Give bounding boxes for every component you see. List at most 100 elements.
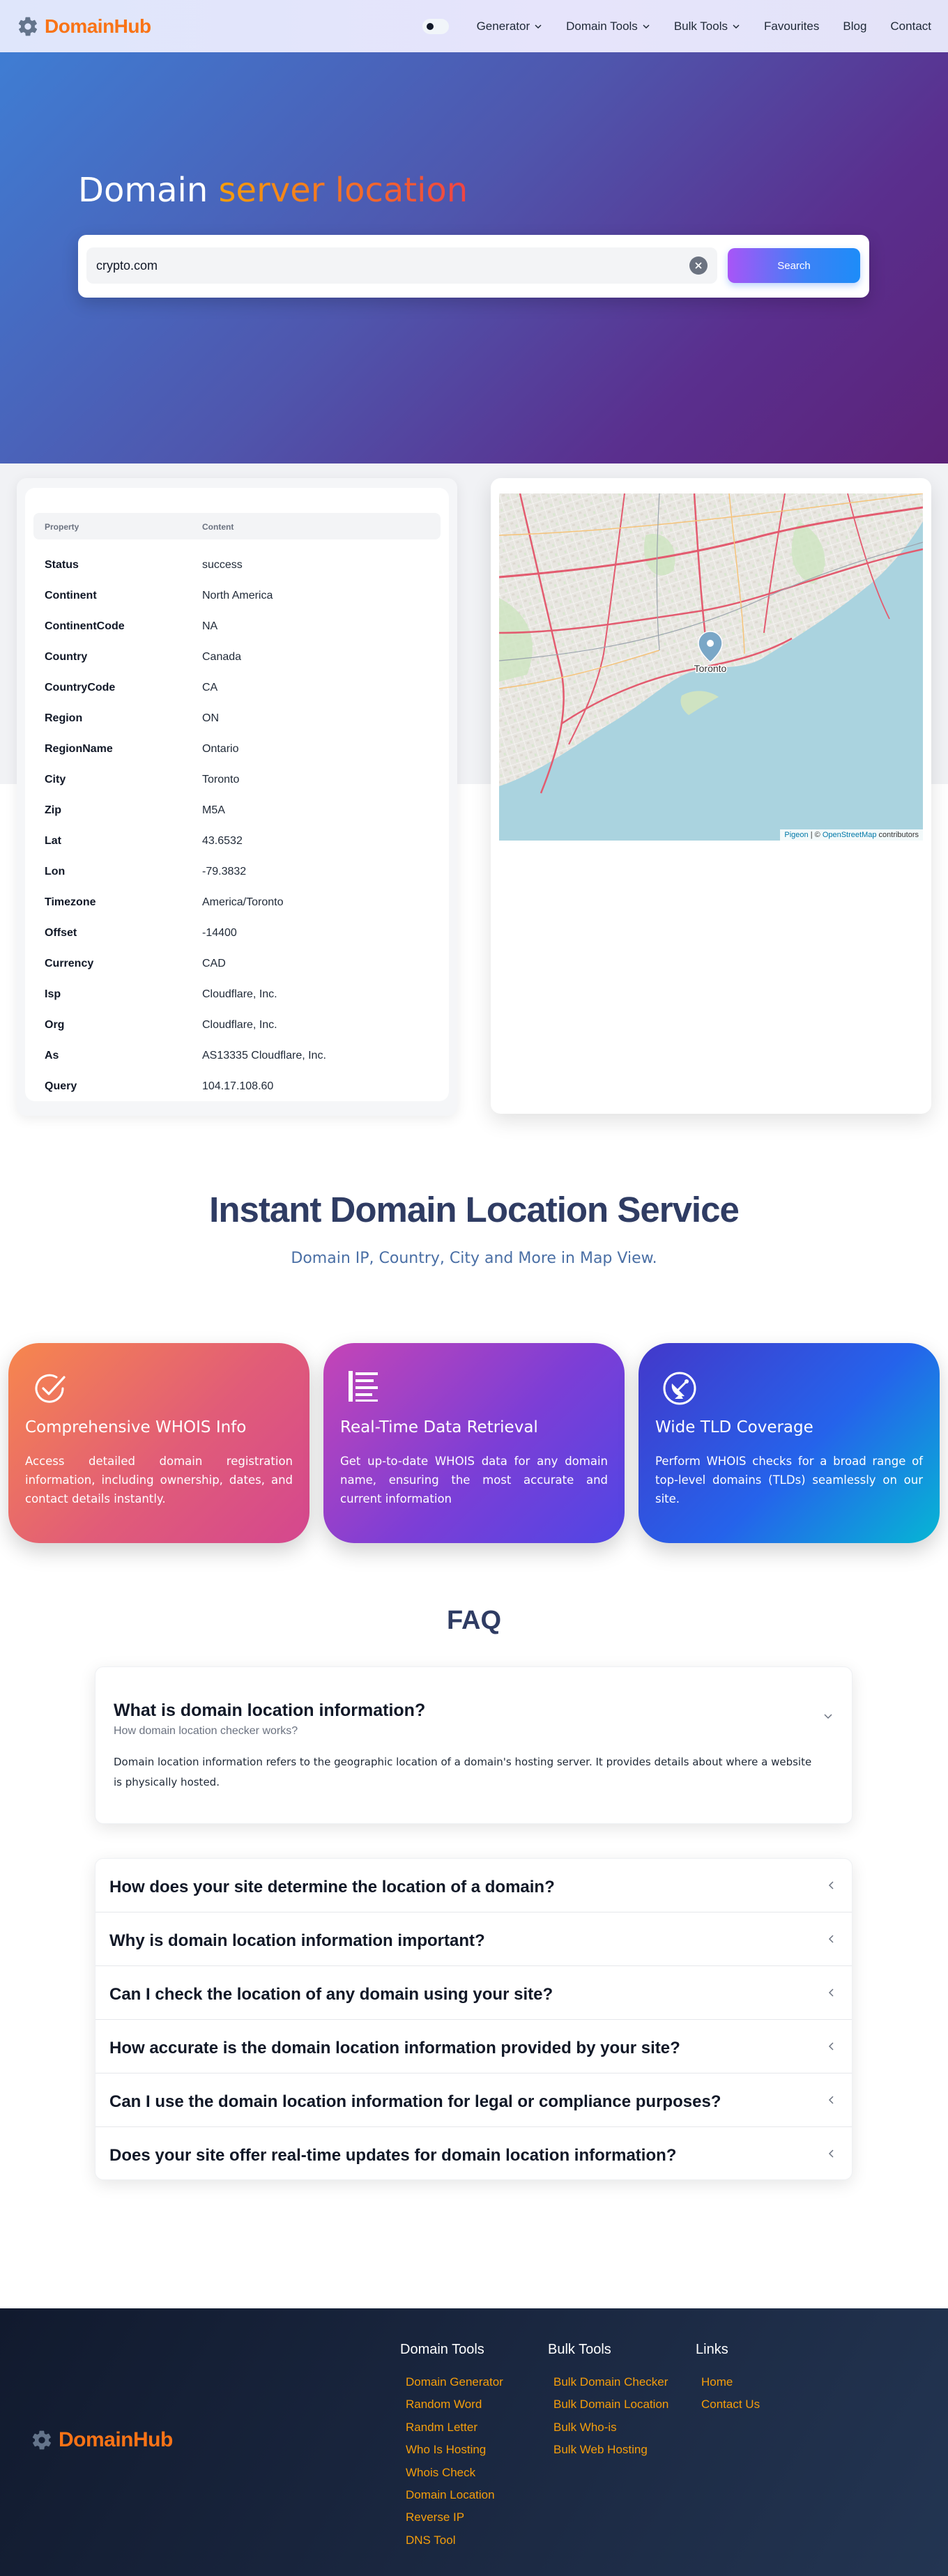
footer-link[interactable]: Domain Generator — [406, 2375, 503, 2398]
nav-label: Domain Tools — [566, 19, 638, 33]
row-value: -14400 — [202, 927, 237, 939]
faq-item[interactable]: How accurate is the domain location info… — [95, 2020, 852, 2073]
faq-item[interactable]: Can I check the location of any domain u… — [95, 1966, 852, 2020]
row-value: success — [202, 559, 243, 571]
header-content: Content — [202, 522, 234, 532]
osm-link[interactable]: OpenStreetMap — [823, 831, 877, 839]
map-card: Toronto Pigeon | © OpenStreetMap contrib… — [491, 478, 931, 1114]
row-value: CAD — [202, 958, 226, 969]
feature-text: Access detailed domain registration info… — [25, 1455, 293, 1505]
footer-link[interactable]: Who Is Hosting — [406, 2443, 503, 2465]
clear-search-button[interactable] — [689, 256, 708, 275]
chevron-down-icon — [824, 1714, 832, 1719]
nav-label: Bulk Tools — [673, 19, 728, 33]
nav-domain-tools[interactable]: Domain Tools — [566, 20, 650, 33]
row-value: NA — [202, 620, 218, 632]
faq-subtitle: How domain location checker works? — [114, 1725, 298, 1737]
table-row: CountryCode CA — [25, 673, 449, 704]
footer-col-title: Links — [696, 2342, 728, 2357]
nav-contact[interactable]: Contact — [890, 20, 931, 33]
footer-link[interactable]: Random Word — [406, 2398, 503, 2420]
footer-link[interactable]: Whois Check — [406, 2466, 503, 2488]
attribution-tail: contributors — [876, 831, 919, 839]
faq-item-expanded[interactable]: What is domain location information? How… — [95, 1666, 853, 1824]
row-value: Ontario — [202, 743, 239, 755]
nav-favourites[interactable]: Favourites — [764, 20, 819, 33]
nav-generator[interactable]: Generator — [477, 20, 543, 33]
row-property: As — [45, 1050, 59, 1061]
domain-search-input[interactable] — [86, 247, 717, 284]
table-row: Continent North America — [25, 581, 449, 612]
chevron-left-icon — [828, 2096, 834, 2104]
toggle-knob — [426, 22, 434, 30]
chevron-left-icon — [828, 1988, 834, 1997]
close-icon — [695, 262, 702, 269]
footer-link[interactable]: DNS Tool — [406, 2533, 503, 2556]
footer-link[interactable]: Contact Us — [701, 2398, 760, 2420]
feature-title: Comprehensive WHOIS Info — [25, 1418, 247, 1436]
nav-label: Blog — [843, 19, 867, 33]
row-property: Org — [45, 1019, 65, 1031]
feature-title: Wide TLD Coverage — [655, 1418, 813, 1436]
row-property: Currency — [45, 958, 94, 969]
faq-question: Does your site offer real-time updates f… — [109, 2146, 677, 2165]
table-row: Query 104.17.108.60 — [25, 1072, 449, 1103]
table-row: Currency CAD — [25, 949, 449, 980]
footer-link[interactable]: Bulk Who-is — [553, 2421, 668, 2443]
chevron-left-icon — [828, 1935, 834, 1943]
nav-label: Favourites — [764, 19, 820, 33]
nav-blog[interactable]: Blog — [843, 20, 866, 33]
faq-item[interactable]: Why is domain location information impor… — [95, 1912, 852, 1966]
footer-link[interactable]: Bulk Domain Checker — [553, 2375, 668, 2398]
navbar: DomainHub Generator Domain Tools Bulk To… — [0, 0, 948, 52]
faq-item[interactable]: How does your site determine the locatio… — [95, 1859, 852, 1912]
service-title: Instant Domain Location Service — [209, 1190, 740, 1229]
search-button[interactable]: Search — [728, 248, 860, 283]
row-property: Status — [45, 559, 79, 571]
row-property: Lon — [45, 866, 66, 877]
check-circle-icon — [35, 1374, 66, 1403]
pigeon-link[interactable]: Pigeon — [784, 831, 808, 839]
faq-question: How does your site determine the locatio… — [109, 1878, 555, 1896]
footer-link[interactable]: Bulk Domain Location — [553, 2398, 668, 2420]
footer-link[interactable]: Bulk Web Hosting — [553, 2443, 668, 2465]
nav-bulk-tools[interactable]: Bulk Tools — [674, 20, 740, 33]
row-property: Query — [45, 1080, 77, 1092]
chevron-left-icon — [828, 2149, 834, 2158]
footer-brand-name: DomainHub — [59, 2428, 173, 2451]
chevron-left-icon — [828, 2042, 834, 2050]
theme-toggle[interactable] — [422, 18, 449, 34]
brand-logo[interactable]: DomainHub — [17, 15, 151, 38]
table-row: RegionName Ontario — [25, 735, 449, 765]
footer-brand-logo[interactable]: DomainHub — [31, 2428, 173, 2452]
location-map[interactable]: Toronto Pigeon | © OpenStreetMap contrib… — [499, 493, 923, 841]
faq-list: How does your site determine the locatio… — [95, 1858, 853, 2180]
row-property: Continent — [45, 590, 97, 601]
row-property: City — [45, 774, 66, 785]
footer-col-title: Bulk Tools — [548, 2342, 611, 2357]
row-property: Region — [45, 712, 83, 724]
main-nav: Generator Domain Tools Bulk Tools Favour… — [422, 18, 931, 34]
footer-link[interactable]: Home — [701, 2375, 760, 2398]
feature-card-tld: Wide TLD Coverage Perform WHOIS checks f… — [639, 1343, 940, 1543]
nav-label: Contact — [890, 19, 931, 33]
header-property: Property — [45, 522, 79, 532]
map-city-label: Toronto — [694, 663, 727, 674]
table-row: Lon -79.3832 — [25, 857, 449, 888]
table-row: Zip M5A — [25, 796, 449, 827]
table-row: City Toronto — [25, 765, 449, 796]
row-value: ON — [202, 712, 219, 724]
row-value: Toronto — [202, 774, 240, 785]
footer-link[interactable]: Randm Letter — [406, 2421, 503, 2443]
map-tiles: Toronto — [499, 493, 923, 841]
faq-item[interactable]: Does your site offer real-time updates f… — [95, 2127, 852, 2181]
footer-link[interactable]: Domain Location — [406, 2488, 503, 2510]
row-value: North America — [202, 590, 273, 601]
faq-item[interactable]: Can I use the domain location informatio… — [95, 2073, 852, 2127]
table-row: Offset -14400 — [25, 919, 449, 949]
chevron-down-icon — [643, 24, 650, 29]
table-row: Isp Cloudflare, Inc. — [25, 980, 449, 1011]
row-value: Cloudflare, Inc. — [202, 988, 277, 1000]
footer-col-domain-tools: Domain Tools Domain Generator Random Word R… — [400, 2342, 503, 2556]
footer-link[interactable]: Reverse IP — [406, 2510, 503, 2533]
